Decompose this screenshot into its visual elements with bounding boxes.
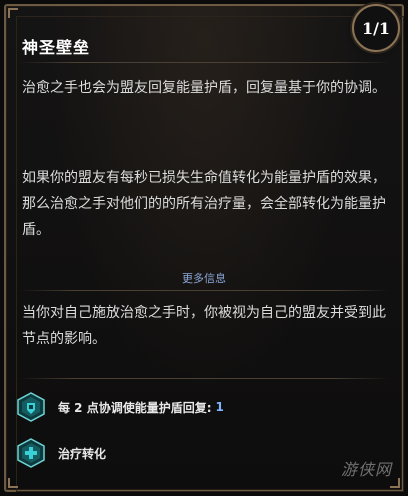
- modifier-row[interactable]: 每 2 点协调使能量护盾回复: 1: [16, 392, 224, 422]
- description-paragraph-2: 如果你的盟友有每秒已损失生命值转化为能量护盾的效果，那么治愈之手对他们的的所有治…: [22, 170, 386, 238]
- corner-ornament: [8, 478, 18, 488]
- corner-ornament: [8, 8, 18, 18]
- shield-fist-icon: [16, 392, 46, 422]
- page-indicator-badge[interactable]: 1/1: [352, 4, 400, 52]
- title-divider: [18, 62, 390, 63]
- healing-conversion-icon: [16, 438, 46, 468]
- more-info-divider: [18, 290, 390, 291]
- modifier-label: 每 2 点协调使能量护盾回复:: [58, 400, 212, 415]
- modifier-row[interactable]: 治疗转化: [16, 438, 106, 468]
- modifier-value: 1: [215, 400, 224, 414]
- modifier-label: 治疗转化: [58, 446, 107, 461]
- more-info-link[interactable]: 更多信息: [0, 270, 408, 286]
- site-watermark: 游侠网: [340, 460, 392, 479]
- skill-title: 神圣壁垒: [22, 38, 91, 57]
- self-cast-paragraph: 当你对自己施放治愈之手时，你被视为自己的盟友并受到此节点的影响。: [22, 305, 386, 347]
- modifiers-divider: [18, 378, 390, 379]
- description-paragraph-1: 治愈之手也会为盟友回复能量护盾，回复量基于你的协调。: [22, 80, 386, 96]
